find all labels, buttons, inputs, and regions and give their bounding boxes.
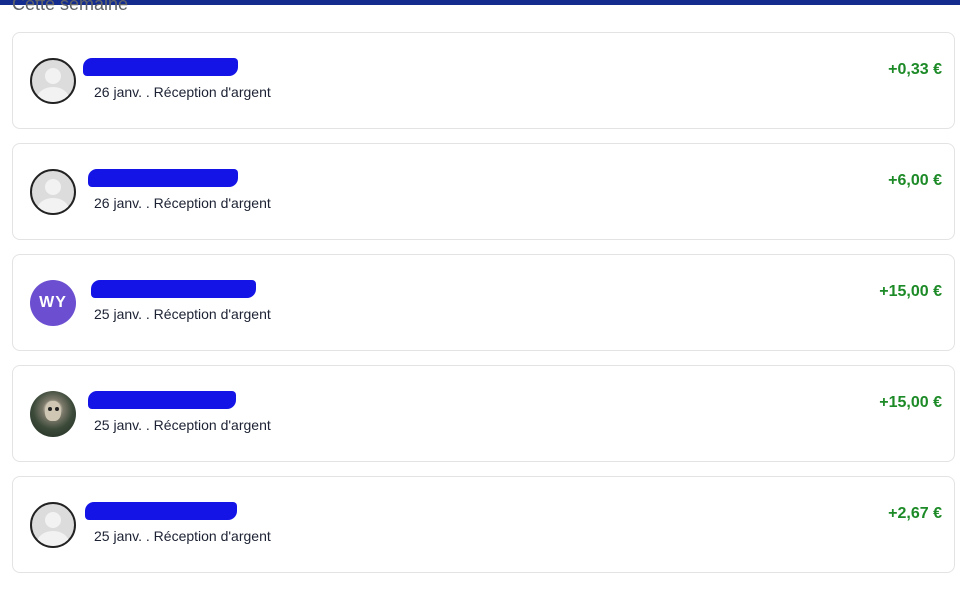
transaction-type: Réception d'argent xyxy=(153,306,271,322)
transaction-details: 25 janv. . Réception d'argent xyxy=(94,417,271,433)
redacted-name xyxy=(91,280,256,298)
redacted-name xyxy=(88,169,238,187)
profile-photo-avatar xyxy=(30,391,76,437)
top-accent-bar xyxy=(0,0,960,5)
redacted-name xyxy=(88,391,236,409)
default-avatar-icon xyxy=(30,502,76,548)
transaction-details: 25 janv. . Réception d'argent xyxy=(94,306,271,322)
transaction-amount: +2,67 € xyxy=(888,505,942,522)
transaction-card[interactable]: 25 janv. . Réception d'argent +2,67 € xyxy=(12,476,955,573)
transaction-date: 26 janv. xyxy=(94,195,142,211)
transaction-amount: +15,00 € xyxy=(879,394,942,411)
transaction-card[interactable]: 25 janv. . Réception d'argent +15,00 € xyxy=(12,365,955,462)
transaction-date: 26 janv. xyxy=(94,84,142,100)
initials-avatar: WY xyxy=(30,280,76,326)
separator: . xyxy=(142,417,154,433)
separator: . xyxy=(142,528,154,544)
transaction-list: 26 janv. . Réception d'argent +0,33 € 26… xyxy=(12,32,955,587)
default-avatar-icon xyxy=(30,58,76,104)
transaction-date: 25 janv. xyxy=(94,306,142,322)
redacted-name xyxy=(83,58,238,76)
transaction-type: Réception d'argent xyxy=(153,417,271,433)
section-title: Cette semaine xyxy=(12,0,129,14)
redacted-name xyxy=(85,502,237,520)
transaction-amount: +15,00 € xyxy=(879,283,942,300)
transaction-date: 25 janv. xyxy=(94,528,142,544)
transaction-type: Réception d'argent xyxy=(153,528,271,544)
separator: . xyxy=(142,84,154,100)
transaction-card[interactable]: 26 janv. . Réception d'argent +6,00 € xyxy=(12,143,955,240)
transaction-type: Réception d'argent xyxy=(153,195,271,211)
separator: . xyxy=(142,195,154,211)
transaction-card[interactable]: 26 janv. . Réception d'argent +0,33 € xyxy=(12,32,955,129)
default-avatar-icon xyxy=(30,169,76,215)
transaction-details: 26 janv. . Réception d'argent xyxy=(94,195,271,211)
transaction-amount: +0,33 € xyxy=(888,61,942,78)
transaction-amount: +6,00 € xyxy=(888,172,942,189)
transaction-details: 26 janv. . Réception d'argent xyxy=(94,84,271,100)
separator: . xyxy=(142,306,154,322)
transaction-date: 25 janv. xyxy=(94,417,142,433)
transaction-card[interactable]: WY 25 janv. . Réception d'argent +15,00 … xyxy=(12,254,955,351)
transaction-details: 25 janv. . Réception d'argent xyxy=(94,528,271,544)
transaction-type: Réception d'argent xyxy=(153,84,271,100)
